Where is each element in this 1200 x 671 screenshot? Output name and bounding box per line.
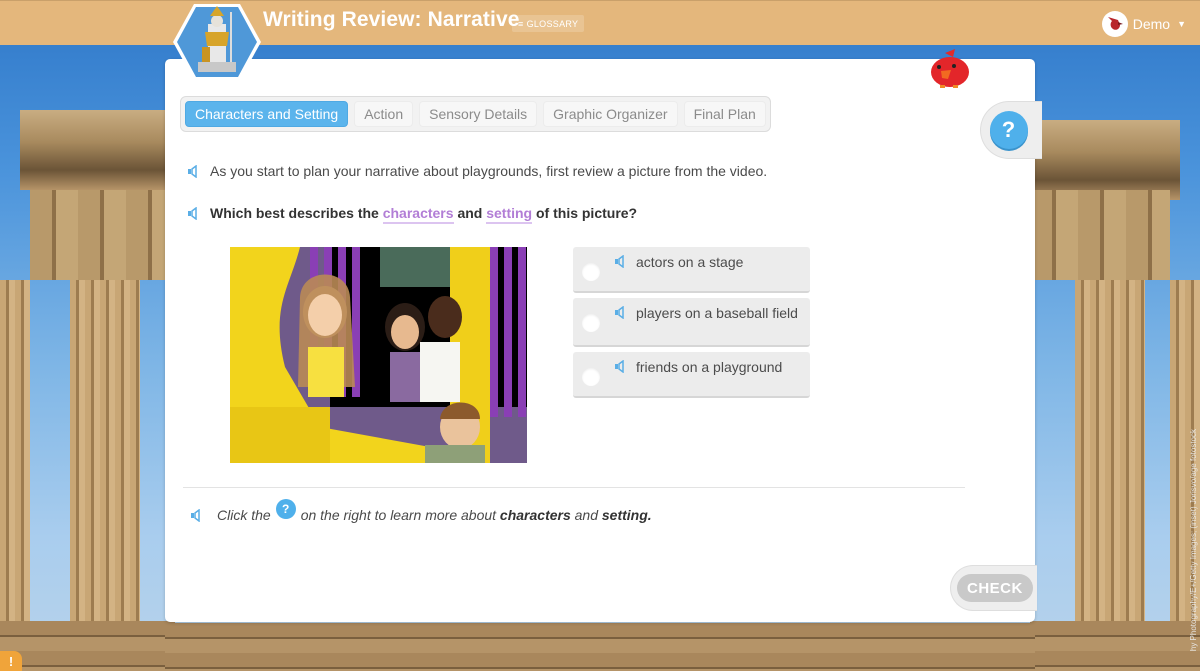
tab-graphic-organizer[interactable]: Graphic Organizer <box>543 101 678 127</box>
tab-final-plan[interactable]: Final Plan <box>683 101 766 127</box>
check-tab: CHECK <box>950 565 1037 611</box>
speaker-icon[interactable] <box>190 508 203 522</box>
lesson-badge-hexagon <box>172 2 262 82</box>
answer-option-text: actors on a stage <box>636 254 744 270</box>
radio-button[interactable] <box>582 263 600 281</box>
intro-line: As you start to plan your narrative abou… <box>187 163 767 179</box>
footnote-prefix: Click the <box>217 507 271 523</box>
glossary-button[interactable]: ≡ GLOSSARY <box>512 15 585 32</box>
footnote-term-characters: characters <box>499 507 571 523</box>
answer-option[interactable]: players on a baseball field <box>573 298 810 347</box>
divider <box>183 487 965 488</box>
speaker-icon[interactable] <box>614 306 627 319</box>
hamburger-icon: ≡ <box>518 18 524 29</box>
cardinal-avatar-icon <box>1101 11 1128 37</box>
footnote-and: and <box>574 507 598 523</box>
intro-text: As you start to plan your narrative abou… <box>210 163 768 179</box>
question-middle: and <box>457 205 483 221</box>
vocab-link-setting[interactable]: setting <box>486 205 533 224</box>
radio-button[interactable] <box>582 368 600 386</box>
lesson-card: Characters and Setting Action Sensory De… <box>165 49 1042 622</box>
radio-button[interactable] <box>582 314 600 332</box>
answer-option-text: players on a baseball field <box>636 305 798 321</box>
speaker-icon[interactable] <box>614 360 627 373</box>
footnote-line: Click the ? on the right to learn more a… <box>190 499 652 525</box>
question-prefix: Which best describes the <box>210 205 379 221</box>
help-tab: ? <box>980 101 1042 159</box>
warning-icon[interactable]: ! <box>0 651 22 671</box>
help-inline-icon: ? <box>275 499 296 519</box>
answer-option[interactable]: friends on a playground <box>573 352 810 398</box>
section-tabs: Characters and Setting Action Sensory De… <box>180 96 771 132</box>
cardinal-mascot-icon <box>927 47 973 93</box>
playground-photo <box>230 247 527 463</box>
tab-action[interactable]: Action <box>354 101 414 127</box>
speaker-icon[interactable] <box>187 164 200 178</box>
answer-option[interactable]: actors on a stage <box>573 247 810 293</box>
photo-credit: hy Photography/E+/Getty Images; (inset) … <box>1189 428 1198 651</box>
glossary-label: GLOSSARY <box>526 18 579 29</box>
footnote-term-setting: setting. <box>601 507 652 523</box>
temple-right <box>1030 110 1200 671</box>
question-suffix: of this picture? <box>536 205 638 221</box>
question-line: Which best describes the characters and … <box>187 205 638 224</box>
speaker-icon[interactable] <box>187 206 200 220</box>
footnote-middle: on the right to learn more about <box>300 507 497 523</box>
temple-left <box>0 110 175 671</box>
check-button[interactable]: CHECK <box>957 574 1033 602</box>
tab-sensory-details[interactable]: Sensory Details <box>419 101 538 127</box>
help-button[interactable]: ? <box>989 111 1028 149</box>
speaker-icon[interactable] <box>614 255 627 268</box>
vocab-link-characters[interactable]: characters <box>382 205 454 224</box>
app-title: Writing Review: Narrative <box>263 8 520 31</box>
user-menu[interactable]: Demo ▼ <box>1101 11 1186 37</box>
user-name: Demo <box>1132 16 1171 32</box>
tab-characters-and-setting[interactable]: Characters and Setting <box>185 101 349 127</box>
answer-options: actors on a stage players on a baseball … <box>573 247 810 403</box>
chevron-down-icon: ▼ <box>1177 19 1186 29</box>
answer-option-text: friends on a playground <box>636 359 783 375</box>
